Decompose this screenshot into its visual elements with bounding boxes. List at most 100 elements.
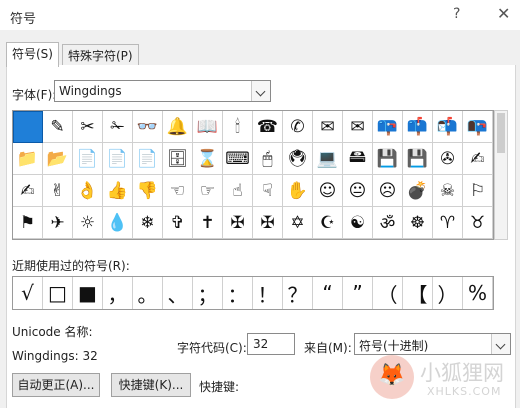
- symbol-cell[interactable]: ☝: [223, 175, 253, 207]
- symbol-cell[interactable]: ☼: [73, 207, 103, 239]
- symbol-cell[interactable]: 👎: [133, 175, 163, 207]
- symbol-cell[interactable]: 📂: [43, 143, 73, 175]
- char-description: Wingdings: 32: [12, 349, 98, 363]
- symbol-cell[interactable]: 📄: [73, 143, 103, 175]
- symbol-cell[interactable]: ☪: [313, 207, 343, 239]
- symbol-cell[interactable]: ⚐: [463, 175, 493, 207]
- recent-symbol[interactable]: 、: [163, 277, 193, 309]
- symbol-cell[interactable]: ✂: [73, 111, 103, 143]
- shortcut-key-button[interactable]: 快捷键(K)...: [111, 373, 191, 397]
- symbol-cell[interactable]: ☜: [163, 175, 193, 207]
- char-code-label: 字符代码(C):: [177, 341, 247, 355]
- symbol-cell[interactable]: ☯: [343, 207, 373, 239]
- recent-symbol[interactable]: （: [373, 277, 403, 309]
- chevron-down-icon[interactable]: [251, 81, 270, 101]
- symbol-cell[interactable]: 👓: [133, 111, 163, 143]
- symbol-cell[interactable]: ☸: [403, 207, 433, 239]
- tab-symbols[interactable]: 符号(S): [6, 42, 59, 67]
- symbol-cell[interactable]: 🖴: [343, 143, 373, 175]
- close-icon[interactable]: ✕: [497, 4, 510, 23]
- symbol-cell[interactable]: 🕯: [223, 111, 253, 143]
- symbol-cell[interactable]: ✝: [193, 207, 223, 239]
- symbol-cell[interactable]: ✎: [43, 111, 73, 143]
- autocorrect-button[interactable]: 自动更正(A)...: [12, 373, 100, 397]
- from-select[interactable]: 符号(十进制): [354, 333, 511, 355]
- symbol-cell[interactable]: 📬: [433, 111, 463, 143]
- symbol-cell[interactable]: ⚑: [13, 207, 43, 239]
- recent-symbol[interactable]: 【: [403, 277, 433, 309]
- symbol-cell[interactable]: 💾: [373, 143, 403, 175]
- recent-symbol[interactable]: ，: [103, 277, 133, 309]
- symbol-cell[interactable]: 📄: [103, 143, 133, 175]
- symbol-cell[interactable]: 📁: [13, 143, 43, 175]
- recent-symbol[interactable]: ”: [343, 277, 373, 309]
- symbol-cell[interactable]: ❄: [133, 207, 163, 239]
- symbol-cell[interactable]: ☠: [433, 175, 463, 207]
- symbol-cell[interactable]: ☺: [313, 175, 343, 207]
- symbol-cell[interactable]: ✠: [223, 207, 253, 239]
- symbol-cell[interactable]: 📭: [463, 111, 493, 143]
- symbol-cell[interactable]: ॐ: [373, 207, 403, 239]
- symbol-cell[interactable]: ♉: [463, 207, 493, 239]
- symbol-grid[interactable]: ✎ ✂ ✁ 👓 🔔 📖 🕯 ☎ ✆ ✉ ✉ 📪 📫 📬 📭 📁 📂 📄 📄 📄 🗄 ⌛ ⌨ 🖱 🖲 💻 🖴 💾 💾 ✇ ✍ ✍ ✌ 👌 👍 👎 ☜ ☞ ☝ ☟…: [12, 110, 494, 240]
- symbol-cell[interactable]: ✡: [283, 207, 313, 239]
- symbol-cell[interactable]: ✈: [43, 207, 73, 239]
- symbol-cell[interactable]: ✉: [313, 111, 343, 143]
- symbol-cell[interactable]: ☹: [373, 175, 403, 207]
- recent-symbol[interactable]: ？: [283, 277, 313, 309]
- recent-symbols[interactable]: √ □ ■，。、；：！？ “” （【）%: [12, 276, 494, 310]
- font-select-value: Wingdings: [59, 84, 122, 98]
- font-select[interactable]: Wingdings: [54, 80, 271, 102]
- recent-symbol[interactable]: □: [43, 277, 73, 309]
- symbol-cell[interactable]: ✉: [343, 111, 373, 143]
- symbol-cell[interactable]: ☎: [253, 111, 283, 143]
- symbol-cell[interactable]: 👌: [73, 175, 103, 207]
- symbol-cell[interactable]: 🔔: [163, 111, 193, 143]
- symbol-cell[interactable]: 😐: [343, 175, 373, 207]
- symbol-cell[interactable]: 🗄: [163, 143, 193, 175]
- symbol-cell[interactable]: 👍: [103, 175, 133, 207]
- symbol-cell[interactable]: ✠: [253, 207, 283, 239]
- symbol-cell[interactable]: 💧: [103, 207, 133, 239]
- symbol-cell[interactable]: ✍: [463, 143, 493, 175]
- symbol-grid-scrollbar[interactable]: [494, 110, 508, 240]
- symbol-cell[interactable]: 💾: [403, 143, 433, 175]
- symbol-cell[interactable]: ✞: [163, 207, 193, 239]
- symbol-cell[interactable]: ⌛: [193, 143, 223, 175]
- symbol-cell[interactable]: 💣: [403, 175, 433, 207]
- symbol-cell[interactable]: ☟: [253, 175, 283, 207]
- char-code-input[interactable]: 32: [247, 333, 295, 355]
- symbol-cell[interactable]: 📫: [403, 111, 433, 143]
- scrollbar-thumb[interactable]: [497, 113, 505, 153]
- symbol-cell[interactable]: ✆: [283, 111, 313, 143]
- symbol-cell[interactable]: ♈: [433, 207, 463, 239]
- symbol-cell[interactable]: ✍: [13, 175, 43, 207]
- recent-symbol[interactable]: 。: [133, 277, 163, 309]
- symbol-cell[interactable]: 📖: [193, 111, 223, 143]
- tab-special-chars[interactable]: 特殊字符(P): [62, 44, 139, 67]
- watermark-text: 小狐狸网: [420, 361, 504, 385]
- symbol-cell[interactable]: ☞: [193, 175, 223, 207]
- recent-symbol[interactable]: ；: [193, 277, 223, 309]
- symbol-cell[interactable]: 💻: [313, 143, 343, 175]
- recent-symbol[interactable]: %: [463, 277, 493, 309]
- symbol-cell[interactable]: ✇: [433, 143, 463, 175]
- symbol-cell[interactable]: ✁: [103, 111, 133, 143]
- symbol-cell[interactable]: ⌨: [223, 143, 253, 175]
- symbol-cell[interactable]: 🖱: [253, 143, 283, 175]
- symbol-cell[interactable]: 📪: [373, 111, 403, 143]
- symbol-cell[interactable]: ✌: [43, 175, 73, 207]
- help-icon[interactable]: ?: [453, 6, 460, 22]
- symbol-cell[interactable]: ✋: [283, 175, 313, 207]
- fox-icon: 🦊: [378, 363, 406, 388]
- symbol-cell-selected[interactable]: [13, 111, 43, 143]
- recent-symbol[interactable]: ：: [223, 277, 253, 309]
- symbol-cell[interactable]: 🖲: [283, 143, 313, 175]
- recent-symbol[interactable]: ）: [433, 277, 463, 309]
- recent-symbol[interactable]: √: [13, 277, 43, 309]
- recent-symbol[interactable]: ！: [253, 277, 283, 309]
- chevron-down-icon[interactable]: [491, 334, 510, 354]
- recent-symbol[interactable]: “: [313, 277, 343, 309]
- recent-symbol[interactable]: ■: [73, 277, 103, 309]
- symbol-cell[interactable]: 📄: [133, 143, 163, 175]
